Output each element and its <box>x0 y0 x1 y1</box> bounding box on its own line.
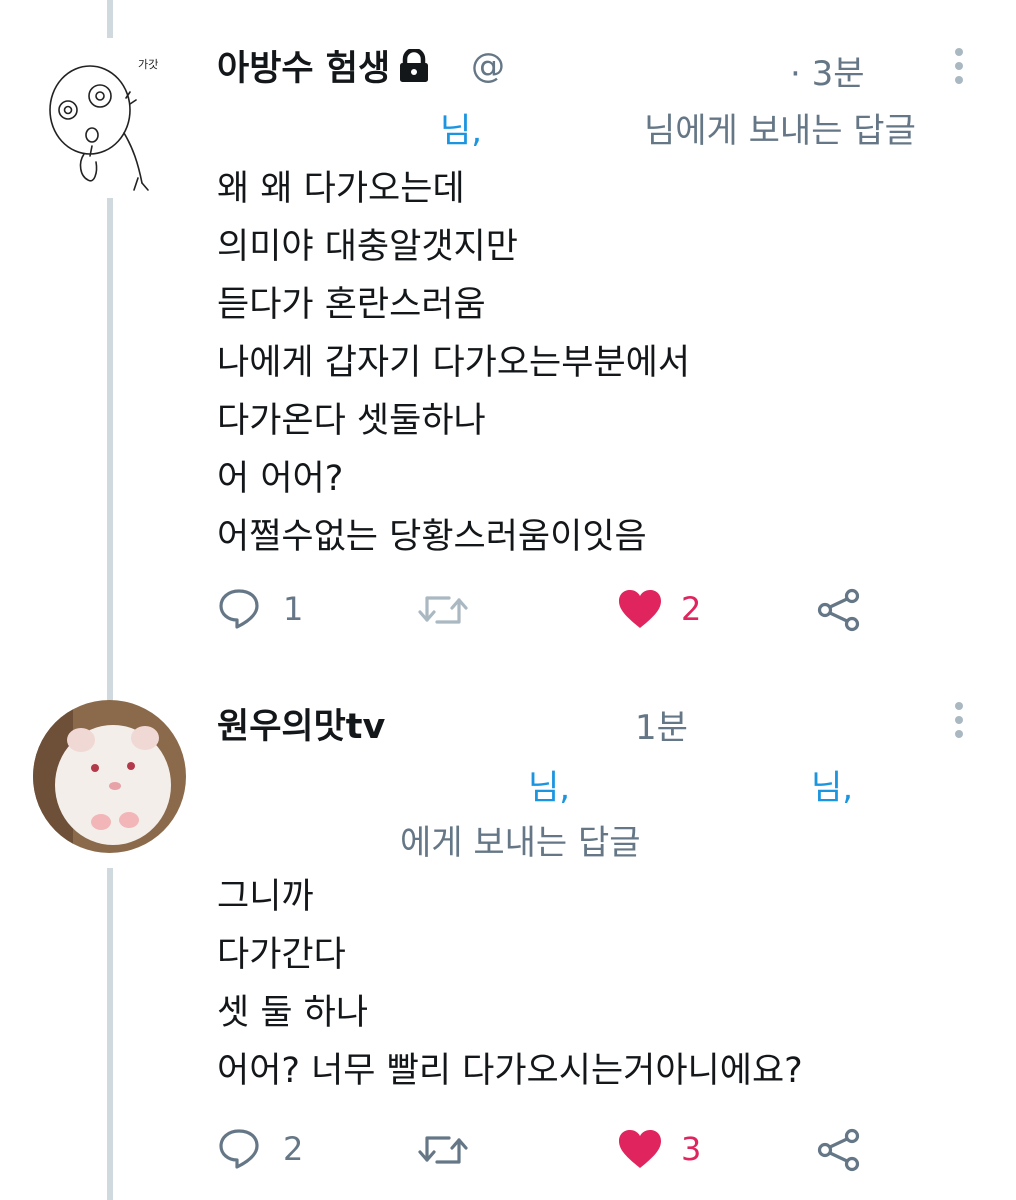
replying-to-label: 님에게 보내는 답글 <box>644 111 916 151</box>
tweet-text: 왜 왜 다가오는데 의미야 대충알갯지만 듣다가 혼란스러움 나에게 갑자기 다… <box>217 169 691 557</box>
display-name-text: 아방수 험생 <box>217 49 391 89</box>
handle[interactable]: @ <box>471 46 505 86</box>
reply-bubble-icon <box>219 589 259 629</box>
like-count: 3 <box>681 1130 702 1168</box>
timestamp[interactable]: 1분 <box>635 700 688 749</box>
share-icon <box>817 588 860 632</box>
replying-to-label: 에게 보내는 답글 <box>400 823 641 863</box>
retweet-icon <box>418 1136 468 1164</box>
more-vertical-icon[interactable] <box>953 48 965 90</box>
reply-count: 2 <box>283 1130 304 1168</box>
tweet-text: 그니까 다가간다 셋 둘 하나 어어? 너무 빨리 다가오시는거아니에요? <box>217 877 803 1091</box>
doodle-avatar-image: 가갓 <box>49 58 158 191</box>
thread-line <box>107 868 113 1200</box>
display-name[interactable]: 아방수 험생 <box>217 40 432 92</box>
more-vertical-icon[interactable] <box>953 702 965 744</box>
heart-filled-icon <box>619 590 661 628</box>
like-button[interactable]: 3 <box>617 1128 701 1170</box>
hamster-avatar-image <box>33 700 186 853</box>
retweet-icon <box>418 596 468 624</box>
reply-bubble-icon <box>219 1129 259 1169</box>
replying-to-mention[interactable]: 님, <box>440 103 482 152</box>
replying-to-mention[interactable]: 님, <box>811 760 853 809</box>
share-button[interactable] <box>816 1128 862 1172</box>
thread-line <box>107 188 113 703</box>
share-icon <box>817 1128 860 1172</box>
reply-button[interactable]: 1 <box>217 588 303 630</box>
like-button[interactable]: 2 <box>617 588 701 630</box>
reply-count: 1 <box>283 590 304 628</box>
retweet-button[interactable] <box>417 1130 487 1170</box>
replying-to-mention[interactable]: 님, <box>528 760 570 809</box>
svg-text:가갓: 가갓 <box>138 58 158 71</box>
share-button[interactable] <box>816 588 862 632</box>
reply-button[interactable]: 2 <box>217 1128 303 1170</box>
lock-icon <box>396 47 432 92</box>
avatar[interactable] <box>33 700 186 853</box>
timestamp[interactable]: · 3분 <box>790 46 865 95</box>
like-count: 2 <box>681 590 702 628</box>
display-name[interactable]: 원우의맛tv <box>217 698 385 749</box>
retweet-button[interactable] <box>417 590 487 630</box>
avatar[interactable]: 가갓 <box>38 38 180 198</box>
heart-filled-icon <box>619 1130 661 1168</box>
